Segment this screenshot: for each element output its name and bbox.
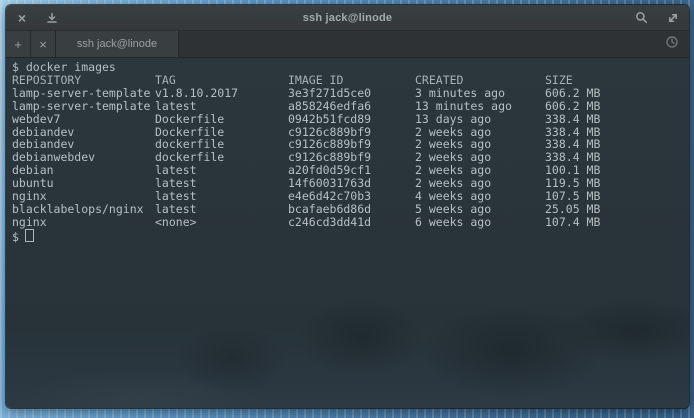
cell-tag: Dockerfile <box>155 113 288 126</box>
prompt-symbol: $ <box>12 230 19 244</box>
fullscreen-button[interactable] <box>666 11 680 25</box>
window-title: ssh jack@linode <box>6 12 689 24</box>
history-button[interactable] <box>655 31 689 57</box>
table-row: blacklabelops/nginx latest bcafaeb6d86d … <box>12 203 689 216</box>
col-header-tag: TAG <box>155 74 288 87</box>
desktop-wallpaper: × ssh jack@linode <box>0 0 694 418</box>
cell-created: 13 days ago <box>415 113 545 126</box>
terminal-window: × ssh jack@linode <box>6 5 689 408</box>
close-icon: × <box>18 11 26 25</box>
col-header-created: CREATED <box>415 74 545 87</box>
download-button[interactable] <box>45 11 59 25</box>
cell-size: 606.2 MB <box>545 87 689 100</box>
cell-created: 6 weeks ago <box>415 216 545 229</box>
table-header-row: REPOSITORY TAG IMAGE ID CREATED SIZE <box>12 74 689 87</box>
cell-repository: lamp-server-template <box>12 100 155 113</box>
titlebar-left-controls: × <box>15 11 59 25</box>
cell-repository: blacklabelops/nginx <box>12 203 155 216</box>
table-row: lamp-server-template latest a858246edfa6… <box>12 100 689 113</box>
terminal-output[interactable]: $ docker images REPOSITORY TAG IMAGE ID … <box>6 58 689 408</box>
cell-image-id: 3e3f271d5ce0 <box>288 87 415 100</box>
search-button[interactable] <box>634 11 648 25</box>
cell-size: 606.2 MB <box>545 100 689 113</box>
tab-ssh-session[interactable]: ssh jack@linode <box>56 31 179 57</box>
cell-size: 107.4 MB <box>545 216 689 229</box>
col-header-size: SIZE <box>545 74 689 87</box>
cell-size: 338.4 MB <box>545 113 689 126</box>
cell-created: 3 minutes ago <box>415 87 545 100</box>
cell-repository: webdev7 <box>12 113 155 126</box>
close-tab-button[interactable]: × <box>31 31 56 57</box>
titlebar-right-controls <box>634 11 680 25</box>
search-icon <box>635 11 648 24</box>
prompt-line: $ <box>12 229 689 244</box>
cell-repository: lamp-server-template <box>12 87 155 100</box>
cell-created: 5 weeks ago <box>415 203 545 216</box>
table-row: lamp-server-template v1.8.10.2017 3e3f27… <box>12 87 689 100</box>
table-row: nginx <none> c246cd3dd41d 6 weeks ago 10… <box>12 216 689 229</box>
cell-image-id: a858246edfa6 <box>288 100 415 113</box>
table-row: webdev7 Dockerfile 0942b51fcd89 13 days … <box>12 113 689 126</box>
titlebar[interactable]: × ssh jack@linode <box>6 5 689 31</box>
col-header-repository: REPOSITORY <box>12 74 155 87</box>
new-tab-button[interactable]: + <box>6 31 31 57</box>
close-window-button[interactable]: × <box>15 11 29 25</box>
cell-tag: latest <box>155 100 288 113</box>
cell-tag: <none> <box>155 216 288 229</box>
tab-bar: + × ssh jack@linode <box>6 31 689 58</box>
cell-size: 25.05 MB <box>545 203 689 216</box>
cell-tag: v1.8.10.2017 <box>155 87 288 100</box>
cell-image-id: 0942b51fcd89 <box>288 113 415 126</box>
history-icon <box>665 35 679 54</box>
cell-image-id: bcafaeb6d86d <box>288 203 415 216</box>
table-rows: lamp-server-template v1.8.10.2017 3e3f27… <box>12 87 689 229</box>
col-header-image-id: IMAGE ID <box>288 74 415 87</box>
cell-tag: latest <box>155 203 288 216</box>
fullscreen-icon <box>667 12 679 24</box>
terminal-cursor <box>25 229 34 242</box>
download-icon <box>46 12 58 24</box>
cell-created: 13 minutes ago <box>415 100 545 113</box>
cell-image-id: c246cd3dd41d <box>288 216 415 229</box>
cell-repository: nginx <box>12 216 155 229</box>
command-line: $ docker images <box>12 61 689 74</box>
